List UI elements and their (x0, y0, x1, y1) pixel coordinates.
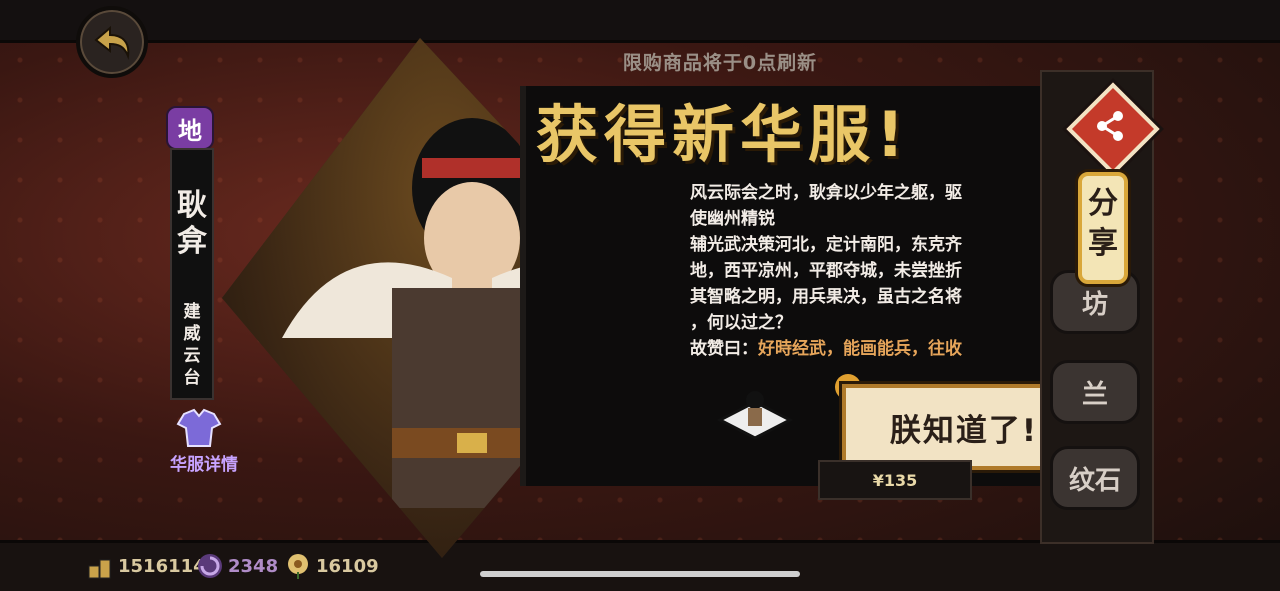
hero-story: 风云际会之时，耿弇以少年之躯，驱 使幽州精锐 辅光武决策河北，定计南阳，东克齐 … (690, 180, 1035, 360)
chibi-hero-icon (716, 391, 794, 440)
hero-title-char: 威 (183, 324, 201, 344)
currency-value: 2348 (228, 555, 279, 577)
robe-icon[interactable] (176, 408, 222, 448)
currency-value: 16109 (316, 555, 379, 577)
story-line: 使幽州精锐 (690, 209, 775, 229)
refresh-notice: 限购商品将于0点刷新 (622, 52, 818, 74)
share-button[interactable]: 分享 (1078, 172, 1128, 284)
currency-purple: 2348 (196, 552, 278, 580)
currency-value: 1516114 (118, 555, 206, 577)
back-arrow-icon (94, 25, 130, 60)
currency-flower: 16109 (284, 552, 379, 580)
story-line: 其智略之明，用兵果决，虽古之名将 (690, 287, 962, 307)
hero-title-char: 台 (183, 368, 201, 388)
hero-title-char: 云 (183, 346, 201, 366)
praise-line: 故赞曰：好時经武，能画能兵，往收 (690, 336, 1035, 360)
story-line: ，何以过之？ (690, 313, 792, 333)
hero-title-char: 建 (183, 302, 201, 322)
story-line: 风云际会之时，耿弇以少年之躯，驱 (690, 183, 962, 203)
home-indicator[interactable] (480, 571, 800, 577)
outfit-detail-link[interactable]: 华服详情 (156, 450, 252, 475)
currency-gold: 1516114 (86, 552, 206, 580)
back-button[interactable] (76, 6, 148, 78)
praise-text: 好時经武，能画能兵，往收 (758, 339, 962, 359)
hero-name-banner: 耿 弇 建 威 云 台 (170, 148, 214, 400)
story-line: 辅光武决策河北，定计南阳，东克齐 (690, 235, 962, 255)
price-tag: ¥135 (818, 460, 972, 500)
top-frame (0, 0, 1280, 43)
rarity-badge: 地 (166, 106, 214, 150)
side-tab-lan[interactable]: 兰 (1050, 360, 1140, 424)
reward-headline: 获得新华服! (536, 98, 911, 171)
flower-icon (288, 554, 308, 579)
hero-name-char-2: 弇 (177, 224, 207, 259)
share-icon[interactable] (1090, 106, 1130, 146)
side-tab-wenshi[interactable]: 纹石 (1050, 446, 1140, 510)
gold-bars-icon (88, 559, 111, 579)
purple-swirl-icon (198, 554, 222, 578)
story-line: 地，西平凉州，平郡夺城，未尝挫折 (690, 261, 962, 281)
praise-label: 故赞曰： (690, 339, 758, 359)
